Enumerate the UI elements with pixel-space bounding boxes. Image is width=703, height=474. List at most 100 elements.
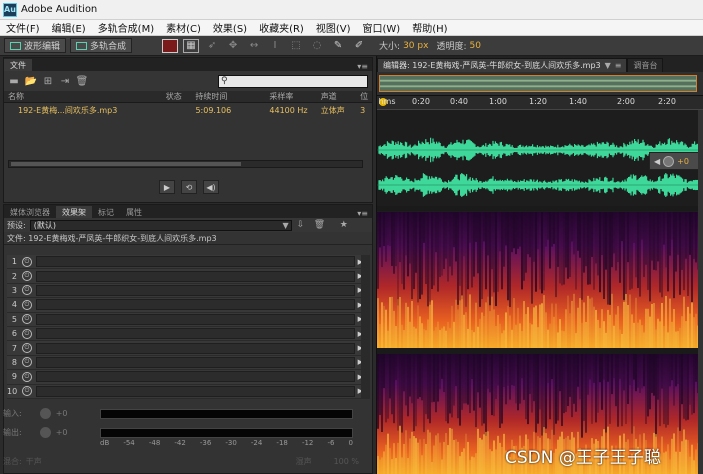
insert-icon[interactable]: ⇥ [59, 76, 71, 87]
col-bit[interactable]: 位 [356, 91, 372, 102]
effect-slot[interactable]: 10⏻▶ [7, 384, 363, 399]
tab-effects-rack[interactable]: 效果架 [56, 206, 92, 218]
time-select-icon[interactable]: ↔ [246, 39, 262, 53]
spot-heal-icon[interactable]: ✐ [351, 39, 367, 53]
power-icon[interactable]: ⏻ [21, 314, 32, 325]
ruler-label: 1:40 [569, 97, 587, 106]
input-meter [100, 409, 353, 419]
import-icon[interactable]: ⊞ [42, 76, 54, 87]
hud-volume[interactable]: ◀ +0 [649, 152, 703, 170]
effect-slot[interactable]: 2⏻▶ [7, 269, 363, 284]
menu-edit[interactable]: 编辑(E) [46, 20, 92, 35]
overview-bar[interactable] [377, 72, 703, 96]
effects-panel-menu-icon[interactable]: ▾≡ [357, 209, 372, 218]
new-file-icon[interactable]: ▬ [8, 76, 20, 87]
meter-tick: -12 [301, 439, 314, 447]
power-icon[interactable]: ⏻ [21, 299, 32, 310]
input-knob[interactable] [39, 407, 51, 419]
menu-window[interactable]: 窗口(W) [357, 20, 407, 35]
autoplay-icon[interactable]: ◀) [203, 180, 219, 194]
mix-wet-label: 湿声 [295, 456, 312, 466]
power-icon[interactable]: ⏻ [21, 357, 32, 368]
col-status[interactable]: 状态 [162, 91, 192, 102]
waveform-view-button[interactable]: 波形编辑 [4, 38, 67, 53]
effect-slot[interactable]: 3⏻▶ [7, 283, 363, 299]
col-name[interactable]: 名称 [4, 91, 162, 102]
tab-mixer[interactable]: 调音台 [627, 58, 664, 72]
files-scrollbar[interactable] [8, 160, 363, 168]
tab-files[interactable]: 文件 [4, 59, 32, 71]
play-icon[interactable]: ▶ [159, 180, 175, 194]
lasso-icon[interactable]: ◌ [309, 39, 325, 53]
power-icon[interactable]: ⏻ [21, 256, 32, 267]
effect-slot[interactable]: 1⏻▶ [7, 255, 363, 270]
power-icon[interactable]: ⏻ [21, 271, 32, 282]
waveform-display[interactable]: ◀ +0 [377, 130, 703, 206]
col-duration[interactable]: 持续时间 [191, 91, 265, 102]
loop-icon[interactable]: ⟲ [181, 180, 197, 194]
tab-markers[interactable]: 标记 [92, 206, 120, 218]
effect-slot[interactable]: 8⏻▶ [7, 355, 363, 371]
tab-media-browser[interactable]: 媒体浏览器 [4, 206, 56, 218]
spectral-frequency-icon[interactable] [162, 38, 179, 53]
volume-knob[interactable] [663, 155, 675, 167]
save-preset-icon[interactable]: ⇩ [297, 220, 309, 230]
effects-scrollbar[interactable] [361, 255, 370, 399]
effect-slot[interactable]: 5⏻▶ [7, 312, 363, 327]
output-value[interactable]: +0 [56, 428, 68, 437]
open-folder-icon[interactable]: 📂 [25, 76, 37, 87]
mix-value[interactable]: 100 % [334, 457, 359, 466]
meter-tick: -18 [276, 439, 288, 447]
col-sample-rate[interactable]: 采样率 [265, 91, 316, 102]
effect-slot[interactable]: 6⏻▶ [7, 326, 363, 342]
power-icon[interactable]: ⏻ [21, 285, 32, 296]
preset-select[interactable]: (默认) ▼ [29, 219, 292, 231]
brush-size-value[interactable]: 30 px [403, 41, 428, 51]
text-cursor-icon[interactable]: I [267, 39, 283, 53]
col-channels[interactable]: 声道 [317, 91, 356, 102]
search-input[interactable]: ⚲ [218, 74, 368, 88]
favorite-star-icon[interactable]: ★ [340, 220, 352, 230]
chevron-down-icon[interactable]: ▼ [605, 61, 611, 70]
delete-preset-icon[interactable]: 🗑 [314, 220, 326, 230]
opacity-value[interactable]: 50 [469, 41, 480, 51]
power-icon[interactable]: ⏻ [21, 328, 32, 339]
menu-view[interactable]: 视图(V) [310, 20, 357, 35]
output-knob[interactable] [39, 426, 51, 438]
editor-tab-menu-icon[interactable]: ≡ [615, 61, 622, 70]
table-row[interactable]: 192-E黄梅...间欢乐多.mp3 5:09.106 44100 Hz 立体声… [4, 103, 372, 117]
tab-properties[interactable]: 属性 [120, 206, 148, 218]
preset-value: (默认) [33, 220, 56, 230]
power-icon[interactable]: ⏻ [21, 343, 32, 354]
menu-favorites[interactable]: 收藏夹(R) [253, 20, 310, 35]
menu-file[interactable]: 文件(F) [0, 20, 46, 35]
spectrogram-left[interactable] [377, 212, 703, 348]
spectral-pitch-icon[interactable]: ▦ [183, 38, 200, 53]
multitrack-view-button[interactable]: 多轨合成 [70, 38, 133, 53]
hand-tool-icon[interactable]: ✥ [225, 39, 241, 53]
chevron-down-icon: ▼ [282, 220, 289, 230]
ruler-label: 1:20 [529, 97, 547, 106]
files-panel-menu-icon[interactable]: ▾≡ [357, 62, 372, 71]
move-tool-icon[interactable]: ➶ [204, 39, 220, 53]
delete-icon[interactable]: 🗑 [76, 76, 89, 87]
effect-slot[interactable]: 9⏻▶ [7, 370, 363, 385]
power-icon[interactable]: ⏻ [22, 386, 32, 397]
effect-slot[interactable]: 7⏻▶ [7, 341, 363, 356]
brush-icon[interactable]: ✎ [330, 39, 346, 53]
meter-tick: -48 [148, 439, 161, 447]
power-icon[interactable]: ⏻ [21, 371, 32, 382]
menu-help[interactable]: 帮助(H) [406, 20, 453, 35]
files-panel: 文件 ▾≡ ▬ 📂 ⊞ ⇥ 🗑 ⚲ 名称 状态 持续时间 采样率 声道 位 19… [3, 57, 373, 203]
input-value[interactable]: +0 [56, 409, 68, 418]
volume-value[interactable]: +0 [677, 157, 689, 166]
editor-scrollbar[interactable] [698, 110, 703, 474]
tab-editor[interactable]: 编辑器: 192-E黄梅戏-严凤英-牛郎织女-到底人间欢乐多.mp3 ▼ ≡ [377, 58, 628, 72]
time-ruler[interactable]: hms 0:20 0:40 1:00 1:20 1:40 2:00 2:20 [377, 96, 703, 110]
menu-multitrack[interactable]: 多轨合成(M) [92, 20, 160, 35]
marquee-icon[interactable]: ⬚ [288, 39, 304, 53]
preview-transport: ▶ ⟲ ◀) [159, 180, 219, 194]
menu-clip[interactable]: 素材(C) [160, 20, 207, 35]
effect-slot[interactable]: 4⏻▶ [7, 298, 363, 313]
menu-effects[interactable]: 效果(S) [207, 20, 253, 35]
